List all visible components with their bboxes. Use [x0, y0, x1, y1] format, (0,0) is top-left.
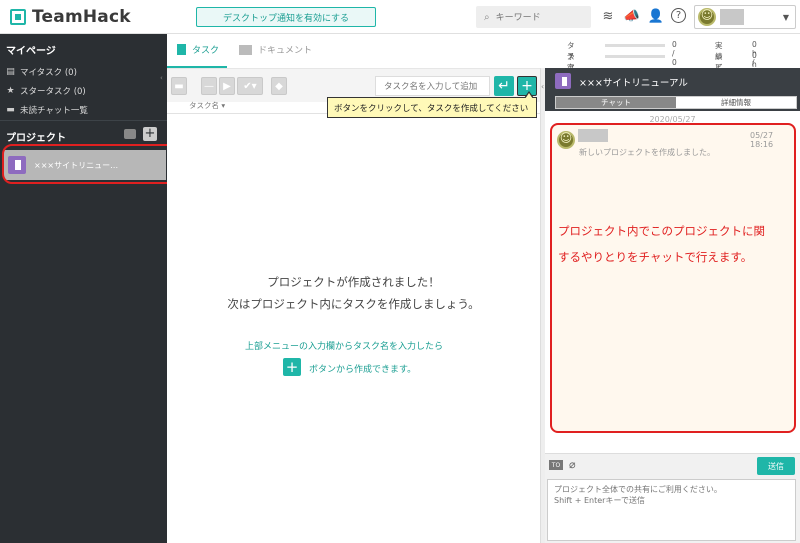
- brand-name: TeamHack: [32, 7, 131, 27]
- task-name-input[interactable]: [375, 76, 490, 96]
- enter-icon[interactable]: ↵: [494, 76, 514, 96]
- task-count-value: 0 / 0: [672, 40, 677, 67]
- chat-compose: TO ⌀ 送信: [545, 453, 800, 543]
- username-redacted: [720, 9, 744, 25]
- annotation-ring-project: [2, 144, 178, 184]
- sidebar-item-starred-tasks[interactable]: ★ スタータスク (0): [6, 85, 86, 97]
- annotation-text-1: プロジェクト内でこのプロジェクトに関: [558, 224, 765, 238]
- task-count-bar: [605, 44, 665, 47]
- sidebar-item-unread-chats[interactable]: ▬ 未読チャット一覧: [6, 104, 88, 116]
- megaphone-icon[interactable]: 📣: [624, 8, 640, 24]
- tab-label: タスク: [192, 46, 220, 56]
- document-icon: [177, 44, 186, 55]
- chat-message-input[interactable]: [547, 479, 796, 541]
- send-button[interactable]: 送信: [757, 457, 795, 475]
- user-menu[interactable]: ▼: [694, 5, 796, 29]
- sidebar-item-label: マイタスク (0): [20, 68, 77, 78]
- comment-icon[interactable]: ▬: [171, 77, 187, 95]
- add-user-icon[interactable]: 👤: [648, 8, 664, 24]
- project-heading: プロジェクト: [6, 133, 66, 144]
- project-chat-icon[interactable]: [124, 129, 136, 139]
- panel-header: ×××サイトリニューアル チャット 詳細情報: [545, 68, 800, 111]
- collapse-panel-icon[interactable]: ‹: [541, 82, 544, 91]
- star-icon: ★: [6, 85, 15, 96]
- tab-documents[interactable]: ドキュメント: [239, 43, 312, 56]
- task-icon: ▤: [6, 66, 15, 77]
- divider: [0, 120, 167, 121]
- top-header: TeamHack デスクトップ通知を有効にする ⌕ ≋ 📣 👤 ? ▼: [0, 0, 800, 34]
- tab-tasks[interactable]: タスク: [177, 43, 219, 56]
- attachment-icon[interactable]: ⌀: [569, 458, 576, 471]
- brand-logo[interactable]: TeamHack: [10, 7, 131, 27]
- chat-area: 2020/05/27 05/27 18:16 新しいプロジェクトを作成しました。…: [545, 111, 800, 453]
- hint-text-1: 上部メニューの入力欄からタスク名を入力したら: [245, 342, 444, 352]
- search-icon: ⌕: [484, 11, 490, 23]
- sender-name-redacted: [578, 129, 608, 142]
- layers-icon[interactable]: ≋: [600, 8, 616, 24]
- empty-title-1: プロジェクトが作成されました！: [267, 275, 440, 289]
- chevron-down-icon: ▼: [782, 12, 789, 22]
- logo-icon: [10, 9, 26, 25]
- to-button[interactable]: TO: [549, 460, 563, 470]
- planned-hours-bar: [605, 55, 665, 58]
- collapse-sidebar-icon[interactable]: ‹: [160, 74, 163, 82]
- mypage-heading: マイページ: [6, 46, 56, 57]
- book-icon: [239, 44, 252, 55]
- empty-title-2: 次はプロジェクト内にタスクを作成しましょう。: [227, 297, 480, 311]
- project-icon: [555, 73, 571, 89]
- hint-text-2: ボタンから作成できます。: [309, 365, 417, 375]
- annotation-text-2: するやりとりをチャットで行えます。: [558, 250, 753, 264]
- plus-icon: +: [283, 358, 301, 376]
- check-dropdown-icon[interactable]: ✔▾: [237, 77, 263, 95]
- tab-chat[interactable]: チャット: [556, 97, 676, 108]
- tooltip-text: ボタンをクリックして、タスクを作成してください: [334, 103, 529, 114]
- help-icon[interactable]: ?: [671, 8, 686, 23]
- main-panel: タスク ドキュメント タスク数 0 / 0 予定工数 実績工数 0 h / 0 …: [167, 34, 757, 543]
- chat-icon: ▬: [6, 104, 15, 115]
- add-project-button[interactable]: +: [143, 127, 157, 141]
- column-header-label: タスク名 ▾: [189, 101, 226, 110]
- panel-tabs: チャット 詳細情報: [555, 96, 797, 109]
- create-task-tooltip: ボタンをクリックして、タスクを作成してください: [327, 91, 537, 118]
- sidebar-item-my-tasks[interactable]: ▤ マイタスク (0): [6, 66, 77, 78]
- sidebar-item-label: 未読チャット一覧: [20, 106, 88, 116]
- message-text: 新しいプロジェクトを作成しました。: [579, 148, 715, 157]
- play-icon[interactable]: ▶: [219, 77, 235, 95]
- enable-desktop-notification-button[interactable]: デスクトップ通知を有効にする: [196, 7, 376, 27]
- tag-icon[interactable]: ◆: [271, 77, 287, 95]
- project-side-panel: ×××サイトリニューアル チャット 詳細情報 2020/05/27 05/27 …: [545, 68, 800, 543]
- search-input[interactable]: [495, 12, 576, 22]
- avatar: [557, 131, 575, 149]
- tab-details[interactable]: 詳細情報: [676, 97, 796, 108]
- project-title: ×××サイトリニューアル: [579, 78, 688, 89]
- avatar: [698, 8, 716, 26]
- sidebar-item-label: スタータスク (0): [20, 87, 86, 97]
- tab-label: ドキュメント: [258, 46, 313, 56]
- minus-icon[interactable]: —: [201, 77, 217, 95]
- chat-annotation-box: 05/27 18:16 新しいプロジェクトを作成しました。 プロジェクト内でこの…: [550, 123, 796, 433]
- search-box[interactable]: ⌕: [476, 6, 591, 28]
- message-time: 05/27 18:16: [750, 131, 774, 149]
- sidebar: マイページ ▤ マイタスク (0) ★ スタータスク (0) ▬ 未読チャット一…: [0, 34, 178, 543]
